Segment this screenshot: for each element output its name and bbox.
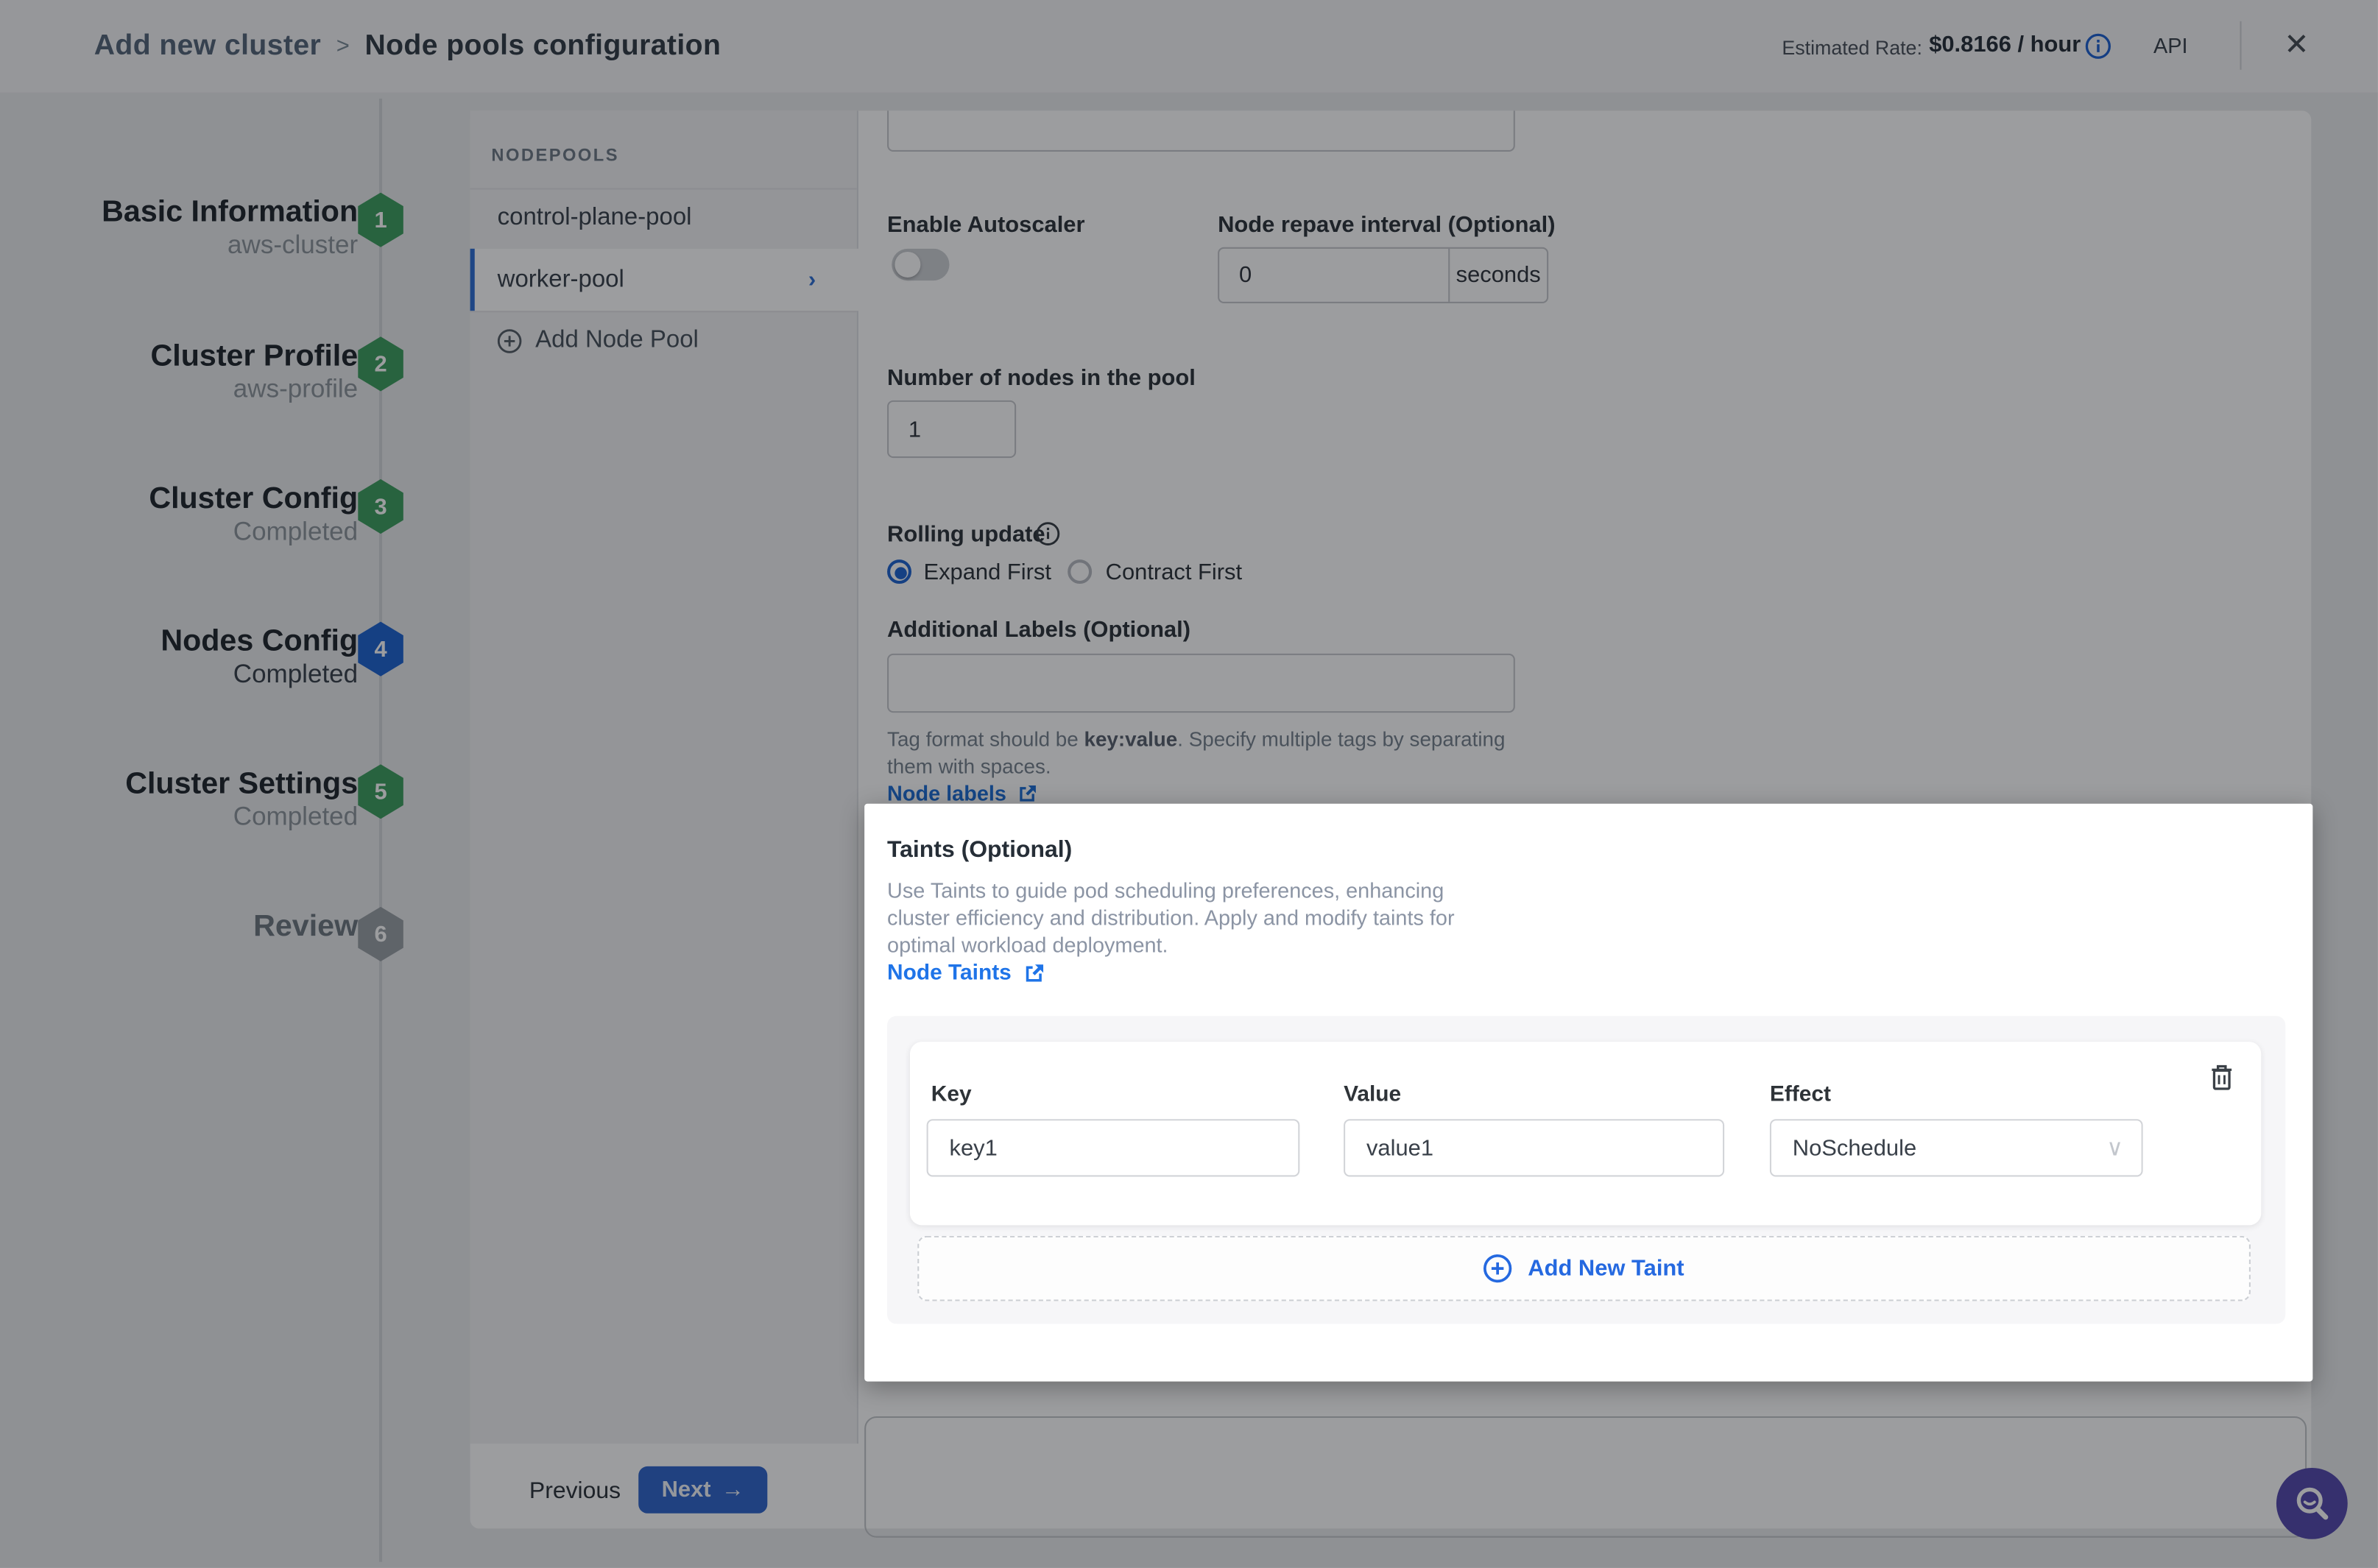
taint-effect-label: Effect [1770, 1083, 1831, 1107]
taints-description: Use Taints to guide pod scheduling prefe… [887, 877, 1497, 958]
taint-value-label: Value [1344, 1083, 1401, 1107]
plus-circle-icon [1484, 1254, 1513, 1283]
external-link-icon [1023, 963, 1045, 984]
taint-effect-select[interactable]: NoSchedule ∨ [1770, 1119, 2143, 1176]
taint-row-card: Key Value Effect NoSchedule ∨ [910, 1042, 2261, 1225]
chevron-down-icon: ∨ [2106, 1134, 2123, 1162]
add-new-taint-button[interactable]: Add New Taint [917, 1236, 2251, 1302]
node-taints-link[interactable]: Node Taints [887, 961, 1045, 986]
app-window: Add new cluster > Node pools configurati… [0, 0, 2378, 1568]
add-new-taint-label: Add New Taint [1528, 1256, 1684, 1282]
taint-key-input[interactable] [927, 1119, 1300, 1176]
taints-spotlight-panel: Taints (Optional) Use Taints to guide po… [864, 804, 2312, 1382]
taint-key-label: Key [931, 1083, 972, 1107]
taint-value-input[interactable] [1344, 1119, 1724, 1176]
delete-taint-icon[interactable] [2209, 1063, 2234, 1090]
node-taints-link-label: Node Taints [887, 961, 1012, 986]
taint-effect-value: NoSchedule [1793, 1135, 1916, 1161]
taints-title: Taints (Optional) [887, 837, 1072, 864]
